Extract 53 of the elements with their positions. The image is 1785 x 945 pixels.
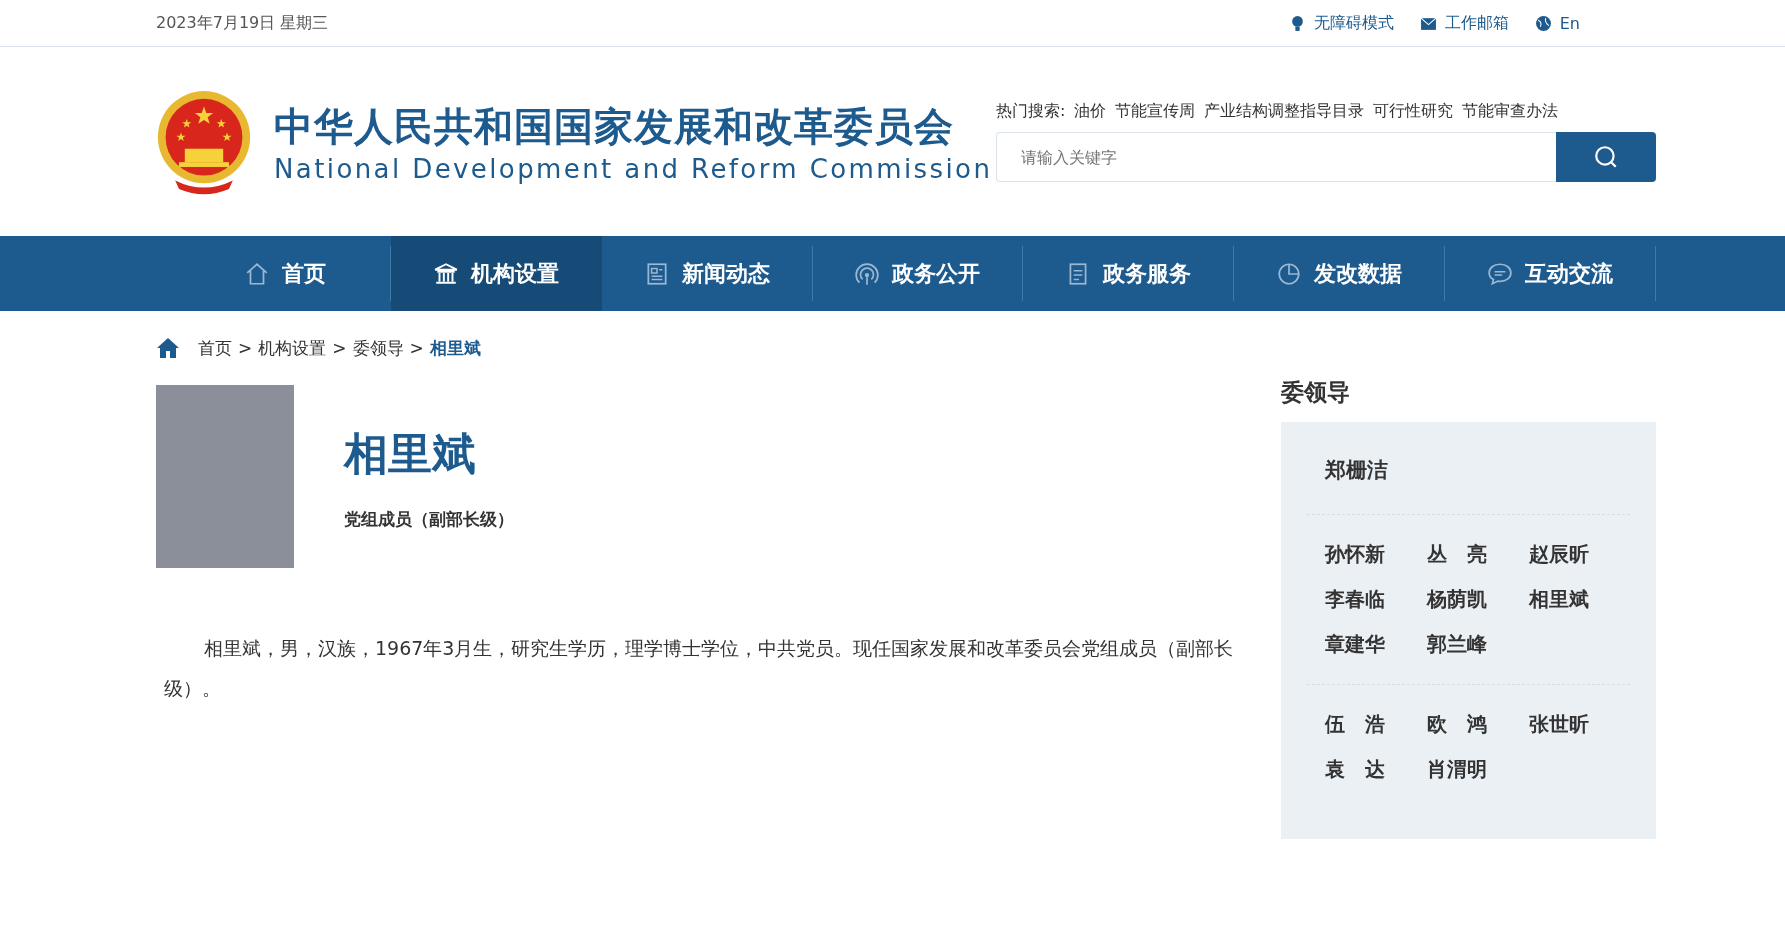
nav-tab[interactable]: 政务服务 [1023, 246, 1235, 301]
leader-link[interactable]: 赵辰昕 [1529, 541, 1631, 568]
top-link[interactable]: 工作邮箱 [1444, 12, 1509, 34]
breadcrumb-separator: > [409, 338, 424, 358]
leader-link[interactable]: 章建华 [1325, 631, 1427, 658]
leader-link[interactable]: 肖渭明 [1427, 756, 1529, 783]
person-name: 相里斌 [344, 427, 477, 481]
hot-search-link[interactable]: 可行性研究 [1373, 101, 1454, 122]
position-text: 党组成员（副部长级） [344, 508, 514, 531]
globe-icon [1534, 14, 1552, 32]
breadcrumb-separator: > [332, 338, 347, 358]
hot-search-label: 热门搜索: [996, 101, 1066, 122]
leader-link[interactable]: 张世昕 [1529, 711, 1631, 738]
top-link[interactable]: 无障碍模式 [1313, 12, 1394, 34]
breadcrumb-link[interactable]: 首页 [198, 336, 232, 360]
pie-chart-icon [1276, 260, 1303, 287]
hot-search-link[interactable]: 节能审查办法 [1462, 101, 1559, 122]
nav-tab[interactable]: 发改数据 [1234, 246, 1446, 301]
hot-search-link[interactable]: 节能宣传周 [1115, 101, 1196, 122]
nav-tab[interactable]: 新闻动态 [601, 246, 813, 301]
top-link[interactable]: En [1559, 13, 1580, 33]
broadcast-icon [854, 260, 881, 287]
building-icon [433, 260, 460, 287]
search-button[interactable] [1556, 132, 1656, 182]
breadcrumb-link[interactable]: 相里斌 [429, 336, 481, 360]
leader-link[interactable]: 袁 达 [1325, 756, 1427, 783]
breadcrumb-link[interactable]: 委领导 [352, 336, 404, 360]
nav-tab[interactable]: 首页 [180, 246, 391, 301]
nav-tab[interactable]: 互动交流 [1445, 246, 1656, 301]
leader-link[interactable]: 欧 鸿 [1427, 711, 1529, 738]
nav-tab[interactable]: 机构设置 [390, 236, 602, 311]
site-subtitle: National Development and Reform Commission [274, 153, 993, 184]
leader-link[interactable]: 孙怀新 [1325, 541, 1427, 568]
breadcrumb-link[interactable]: 机构设置 [258, 336, 327, 360]
chat-bubble-icon [1487, 260, 1514, 287]
search-icon [1593, 144, 1619, 170]
leader-link[interactable]: 郑栅洁 [1325, 456, 1427, 484]
nav-tab[interactable]: 政务公开 [812, 246, 1024, 301]
hot-search-link[interactable]: 油价 [1074, 101, 1107, 122]
home-icon [156, 337, 180, 359]
leader-link[interactable]: 丛 亮 [1427, 541, 1529, 568]
breadcrumb-separator: > [238, 338, 253, 358]
sidebar-title: 委领导 [1281, 378, 1351, 407]
biography-paragraph: 相里斌，男，汉族，1967年3月生，研究生学历，理学博士学位，中共党员。现任国家发展和改革委员会党组成员（副部长级）。 [164, 636, 1235, 701]
search-field[interactable]: 请输入关键字 [996, 132, 1556, 182]
leader-link[interactable]: 杨荫凯 [1427, 586, 1529, 613]
hot-search-link[interactable]: 产业结构调整指导目录 [1204, 101, 1365, 122]
leader-link[interactable]: 相里斌 [1529, 586, 1631, 613]
leader-link[interactable]: 郭兰峰 [1427, 631, 1529, 658]
leader-link[interactable]: 李春临 [1325, 586, 1427, 613]
leader-link[interactable]: 伍 浩 [1325, 711, 1427, 738]
date-text: 2023年7月19日 星期三 [156, 12, 329, 34]
site-title: 中华人民共和国国家发展和改革委员会 [274, 102, 955, 151]
